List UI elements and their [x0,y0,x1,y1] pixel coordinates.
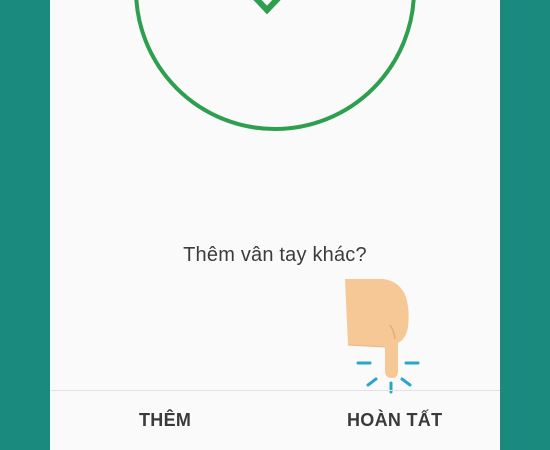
add-another-fingerprint-prompt: Thêm vân tay khác? [183,244,367,266]
done-button[interactable]: HOÀN TẤT [335,391,454,450]
fingerprint-setup-screen: Thêm vân tay khác? THÊM HOÀN TẤT [50,0,500,450]
pointing-hand-icon [345,279,420,394]
checkmark-circle-icon [134,0,416,131]
action-bar: THÊM HOÀN TẤT [50,391,500,450]
add-fingerprint-button[interactable]: THÊM [127,391,203,450]
